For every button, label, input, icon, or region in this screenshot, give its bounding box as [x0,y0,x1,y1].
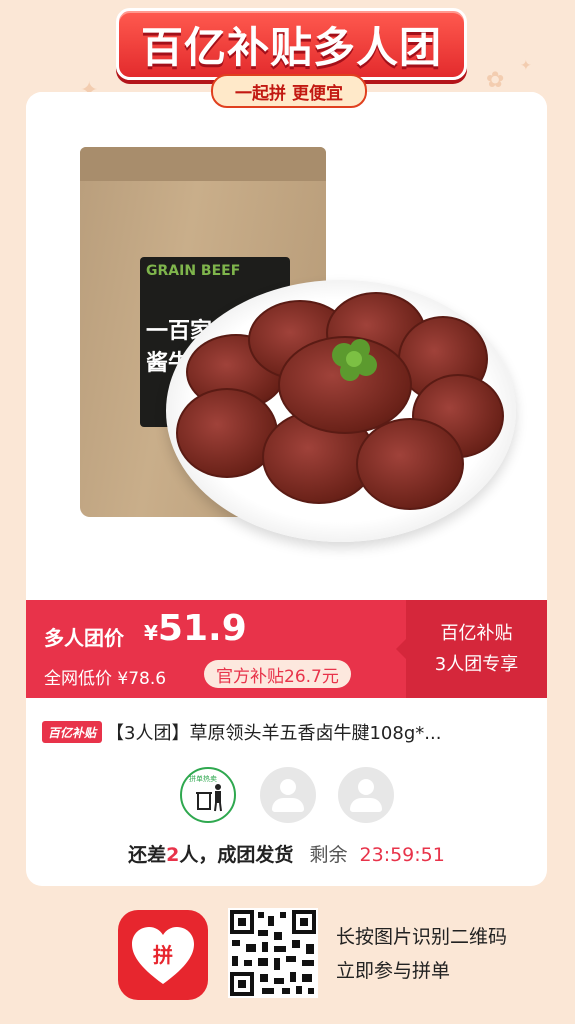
group-price: ¥51.9 [144,608,247,649]
price-bar: 多人团价 ¥51.9 全网低价 ¥78.6 官方补贴26.7元 百亿补贴 3人团… [26,600,547,698]
product-title-row[interactable]: 百亿补贴 【3人团】草原领头羊五香卤牛腱108g*... [42,715,537,749]
share-footer: 拼 长按图片识别二维码 立即参与拼单 [0,886,575,1024]
leader-avatar[interactable]: 拼单热卖 [180,767,236,823]
beef-slice [356,418,464,510]
trash-bin-icon [196,784,222,812]
subsidy-logo-badge: 百亿补贴 [42,721,103,743]
group-status: 还差2人，成团发货 剩余 23:59:51 [26,840,547,867]
banner-title: 百亿补贴多人团 [140,22,442,72]
scan-line1: 长按图片识别二维码 [336,926,508,948]
pinduoduo-app-icon: 拼 [118,910,208,1000]
market-low-label: 全网低价 [44,669,112,689]
currency-symbol: ¥ [144,621,158,645]
group-members: 拼单热卖 [180,767,400,823]
heart-bag-icon: 拼 [132,927,194,984]
app-icon-text: 拼 [153,943,173,967]
status-suffix: 人，成团发货 [179,844,294,866]
missing-count: 2 [166,844,180,866]
bag-label-top: GRAIN BEEF [146,263,241,279]
group-price-label: 多人团价 [44,626,124,650]
exclusive-tag: 百亿补贴 3人团专享 [396,600,547,698]
empty-slot-avatar [260,767,316,823]
scan-line2: 立即参与拼单 [336,960,451,982]
market-low-value: ¥78.6 [117,669,167,689]
countdown-timer: 23:59:51 [359,844,445,866]
product-title[interactable]: 【3人团】草原领头羊五香卤牛腱108g*... [106,719,441,745]
status-prefix: 还差 [128,844,167,866]
cilantro-garnish [332,339,377,381]
empty-slot-avatar [338,767,394,823]
remaining-label: 剩余 [309,844,348,866]
qr-code[interactable] [228,908,318,998]
group-buy-card[interactable]: GRAIN BEEF 一百家八钱 酱牛肉 多人团价 ¥51.9 [26,92,547,886]
exclusive-line1: 百亿补贴 [440,623,513,644]
sparkle-icon: ✦ [520,58,532,74]
promo-banner: 百亿补贴多人团 [116,8,467,80]
sparkle-icon: ✿ [486,68,505,93]
product-image[interactable]: GRAIN BEEF 一百家八钱 酱牛肉 [26,92,547,600]
market-low-price: 全网低价 ¥78.6 [44,664,166,689]
subsidy-badge: 官方补贴26.7元 [204,660,351,688]
scan-instructions: 长按图片识别二维码 立即参与拼单 [336,920,507,988]
exclusive-line2: 3人团专享 [434,654,519,675]
group-price-value: 51.9 [157,608,247,649]
banner-subtitle: 一起拼 更便宜 [211,74,367,108]
